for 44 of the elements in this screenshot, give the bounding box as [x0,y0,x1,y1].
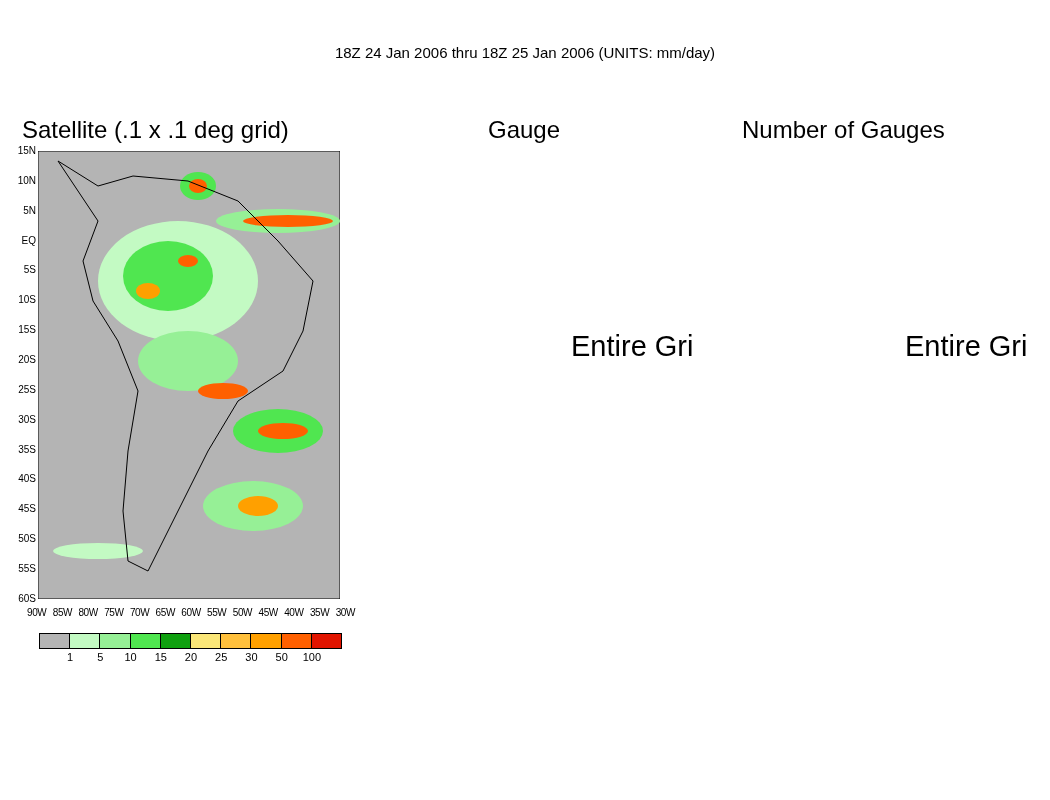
colorbar-label: 25 [214,651,229,664]
colorbar-label: 10 [123,651,138,664]
panel-message: Entire Gri [571,330,694,362]
longitude-label: 65W [155,607,175,619]
panel-heading: Gauge [488,116,561,144]
latitude-label: 50S [18,533,37,546]
plot-title: 18Z 24 Jan 2006 thru 18Z 25 Jan 2006 (UNITS: mm/day) [334,44,716,62]
latitude-label: 55S [18,563,37,576]
colorbar-label: 30 [244,651,259,664]
longitude-label: 70W [129,607,150,619]
colorbar-label: 5 [96,651,105,664]
latitude-label: 5S [23,264,37,277]
latitude-label: 15N [17,145,37,157]
latitude-label: 10S [18,294,37,307]
colorbar-label: 15 [153,651,168,664]
latitude-label: 20S [18,354,37,366]
longitude-label: 75W [104,607,124,619]
colorbar-label: 50 [274,651,289,664]
longitude-label: 50W [232,607,253,619]
panel-message: Entire Gri [905,330,1028,362]
latitude-label: 45S [18,503,37,516]
longitude-label: 85W [52,607,73,619]
longitude-label: 30W [335,607,355,619]
latitude-label: 30S [18,413,37,426]
latitude-label: 5N [23,204,37,217]
latitude-label: 35S [18,443,37,456]
longitude-label: 90W [27,607,47,619]
longitude-label: 60W [181,607,201,619]
longitude-label: 40W [284,607,304,619]
colorbar-label: 1 [66,651,75,664]
colorbar-label: 20 [183,651,199,664]
latitude-label: 25S [18,383,37,396]
panel-heading: Satellite (.1 x .1 deg grid) [22,116,289,144]
longitude-label: 45W [258,607,278,619]
longitude-label: 35W [309,607,330,619]
latitude-label: 10N [17,174,37,187]
latitude-label: EQ [21,234,37,247]
latitude-label: 15S [18,324,37,337]
colorbar-label: 100 [301,651,323,664]
panel-heading: Number of Gauges [742,116,945,144]
latitude-label: 40S [18,473,37,486]
longitude-label: 55W [207,607,227,619]
longitude-label: 80W [78,607,98,619]
latitude-label: 60S [18,592,37,605]
